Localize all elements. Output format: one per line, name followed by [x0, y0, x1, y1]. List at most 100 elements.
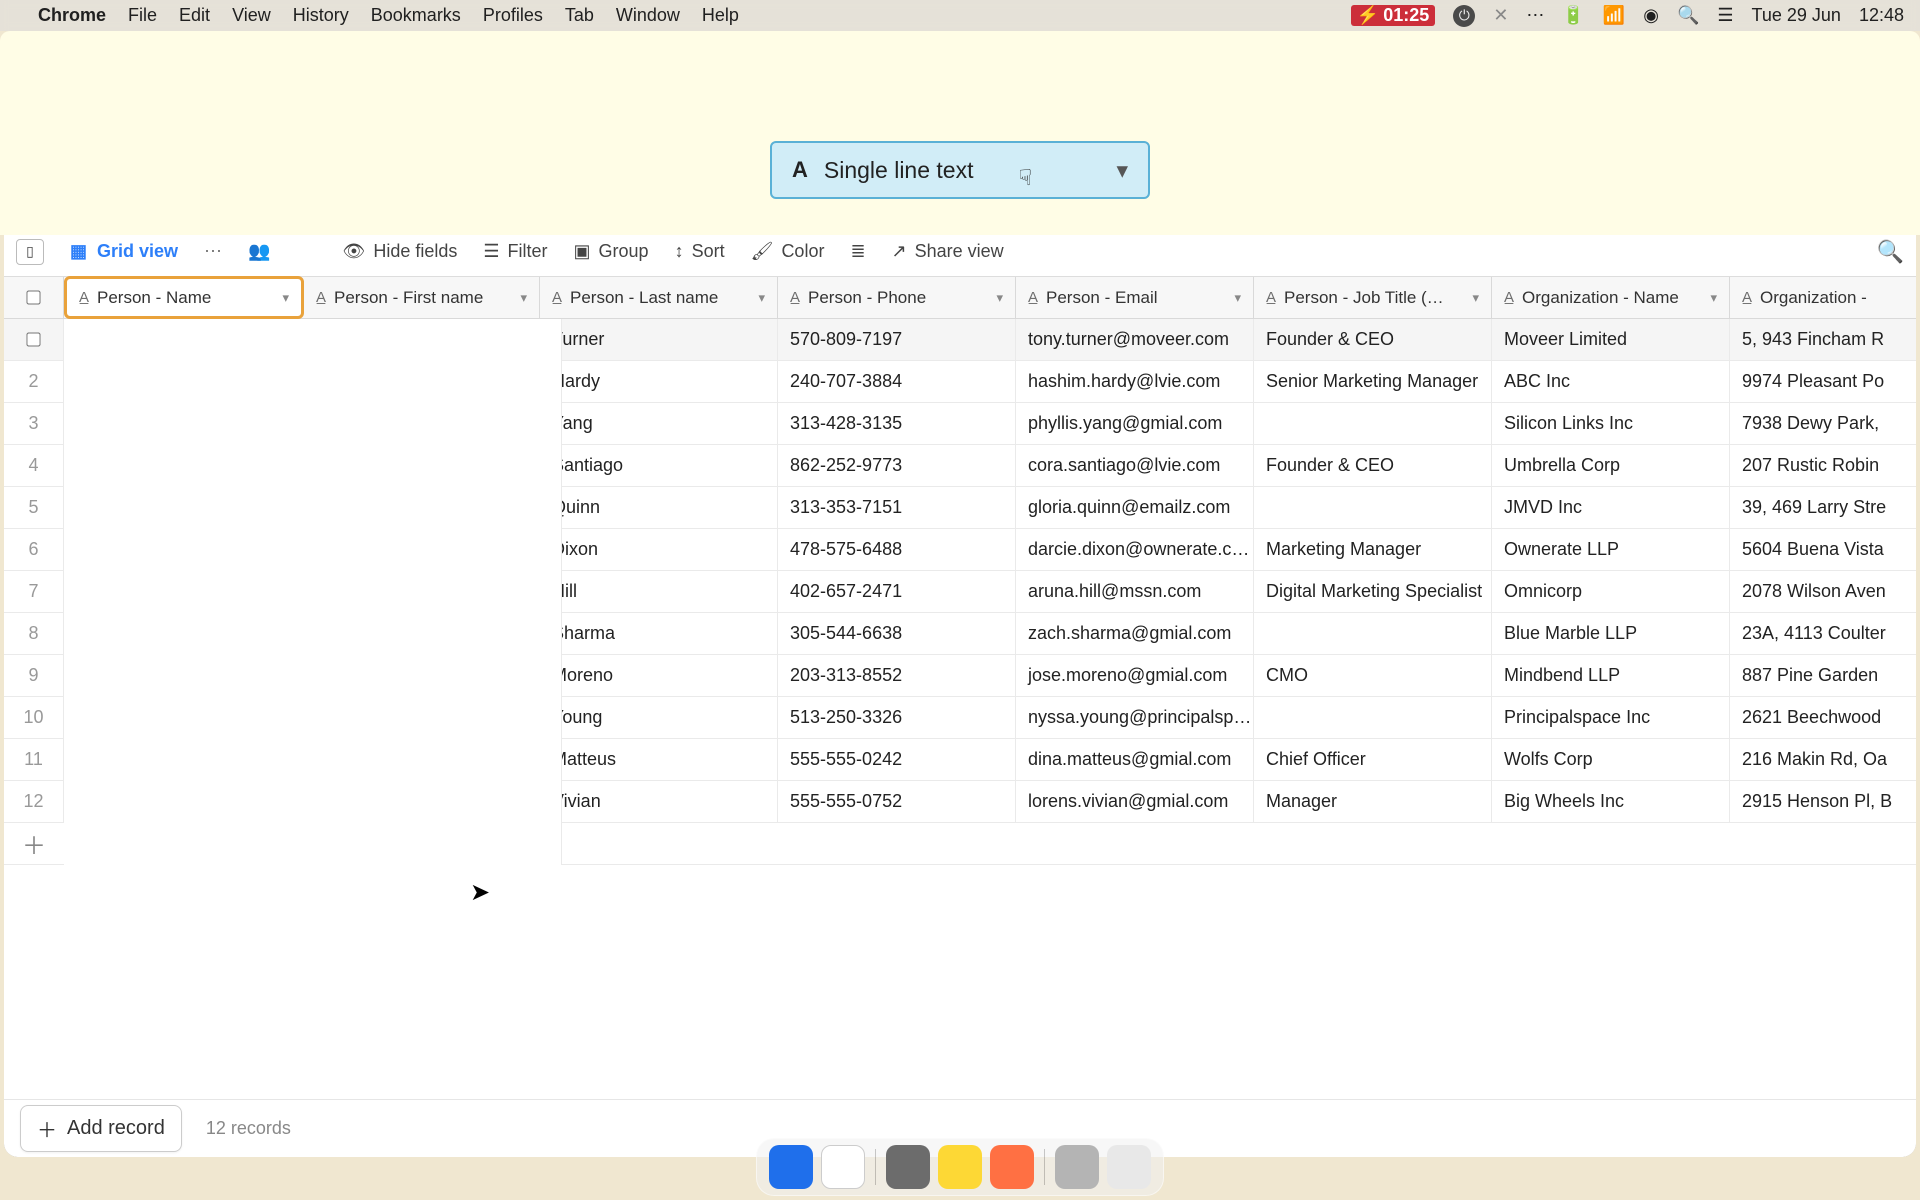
menu-file[interactable]: File [128, 5, 157, 26]
dock-slides-icon[interactable] [990, 1145, 1034, 1189]
battery-icon[interactable]: 🔋 [1562, 5, 1584, 26]
cell[interactable]: Yang [540, 403, 778, 444]
cell[interactable]: Young [540, 697, 778, 738]
cell[interactable]: Mindbend LLP [1492, 655, 1730, 696]
chevron-down-icon[interactable]: ▾ [282, 290, 289, 306]
cell[interactable]: 313-428-3135 [778, 403, 1016, 444]
cell[interactable]: 5604 Buena Vista [1730, 529, 1916, 570]
dock-trash-icon[interactable] [1107, 1145, 1151, 1189]
row-number[interactable]: 6 [4, 529, 64, 570]
cell[interactable]: JMVD Inc [1492, 487, 1730, 528]
column-header-last-name[interactable]: A̲Person - Last name▾ [540, 277, 778, 318]
row-number[interactable]: 11 [4, 739, 64, 780]
cell[interactable]: CMO [1254, 655, 1492, 696]
hide-fields-button[interactable]: 👁Hide fields [342, 241, 457, 262]
cell[interactable]: Founder & CEO [1254, 445, 1492, 486]
cell[interactable]: 5, 943 Fincham R [1730, 319, 1916, 360]
status-circle-icon[interactable]: ⏻ [1453, 5, 1475, 27]
cell[interactable]: 555-555-0242 [778, 739, 1016, 780]
chevron-down-icon[interactable]: ▾ [1472, 290, 1479, 306]
chevron-down-icon[interactable]: ▾ [1116, 157, 1128, 184]
menubar-date[interactable]: Tue 29 Jun [1752, 5, 1841, 26]
column-header-person-name[interactable]: A̲ Person - Name ▾ [64, 276, 304, 319]
chevron-down-icon[interactable]: ▾ [520, 290, 527, 306]
cell[interactable]: 2915 Henson Pl, B [1730, 781, 1916, 822]
chevron-down-icon[interactable]: ▾ [1710, 290, 1717, 306]
cell[interactable]: Blue Marble LLP [1492, 613, 1730, 654]
cell[interactable]: Principalspace Inc [1492, 697, 1730, 738]
cell[interactable]: 555-555-0752 [778, 781, 1016, 822]
cell[interactable]: 570-809-7197 [778, 319, 1016, 360]
cell[interactable]: 23A, 4113 Coulter [1730, 613, 1916, 654]
dock-notes-icon[interactable] [938, 1145, 982, 1189]
battery-indicator[interactable]: ⚡01:25 [1351, 5, 1435, 26]
row-number[interactable]: 3 [4, 403, 64, 444]
cell[interactable]: Santiago [540, 445, 778, 486]
wifi-icon[interactable]: 📶 [1603, 5, 1625, 26]
cell[interactable]: 305-544-6638 [778, 613, 1016, 654]
row-height-button[interactable]: ≣ [850, 241, 865, 262]
chevron-down-icon[interactable]: ▾ [758, 290, 765, 306]
cell[interactable]: Ownerate LLP [1492, 529, 1730, 570]
cell[interactable] [1254, 403, 1492, 444]
cell[interactable]: 402-657-2471 [778, 571, 1016, 612]
cell[interactable]: Senior Marketing Manager [1254, 361, 1492, 402]
cell[interactable]: Moveer Limited [1492, 319, 1730, 360]
menu-history[interactable]: History [293, 5, 349, 26]
menu-view[interactable]: View [232, 5, 271, 26]
cell[interactable]: cora.santiago@lvie.com [1016, 445, 1254, 486]
search-icon[interactable]: 🔍 [1877, 239, 1904, 265]
dock-folder-icon[interactable] [1055, 1145, 1099, 1189]
row-number[interactable] [4, 319, 64, 360]
select-all-checkbox[interactable] [4, 277, 64, 318]
chevron-down-icon[interactable]: ▾ [996, 290, 1003, 306]
row-number[interactable]: 5 [4, 487, 64, 528]
cell[interactable]: 887 Pine Garden [1730, 655, 1916, 696]
dock-preview-icon[interactable] [886, 1145, 930, 1189]
column-header-phone[interactable]: A̲Person - Phone▾ [778, 277, 1016, 318]
cell[interactable] [1254, 487, 1492, 528]
menu-tab[interactable]: Tab [565, 5, 594, 26]
menu-window[interactable]: Window [616, 5, 680, 26]
cell[interactable]: Vivian [540, 781, 778, 822]
menu-help[interactable]: Help [702, 5, 739, 26]
row-number[interactable]: 8 [4, 613, 64, 654]
cell[interactable]: ABC Inc [1492, 361, 1730, 402]
menu-profiles[interactable]: Profiles [483, 5, 543, 26]
cell[interactable]: Digital Marketing Specialist [1254, 571, 1492, 612]
cell[interactable]: darcie.dixon@ownerate.c… [1016, 529, 1254, 570]
menu-edit[interactable]: Edit [179, 5, 210, 26]
cell[interactable]: phyllis.yang@gmial.com [1016, 403, 1254, 444]
cell[interactable]: hashim.hardy@lvie.com [1016, 361, 1254, 402]
cell[interactable]: 478-575-6488 [778, 529, 1016, 570]
chevron-down-icon[interactable]: ▾ [1234, 290, 1241, 306]
cell[interactable]: 216 Makin Rd, Oa [1730, 739, 1916, 780]
collapse-sidebar-button[interactable]: ▯ [16, 239, 44, 265]
status-x-icon[interactable]: ✕ [1493, 5, 1508, 26]
add-record-button[interactable]: ＋ Add record [20, 1105, 182, 1152]
spotlight-icon[interactable]: 🔍 [1677, 5, 1699, 26]
cell[interactable]: 313-353-7151 [778, 487, 1016, 528]
column-header-org-address[interactable]: A̲Organization - [1730, 277, 1916, 318]
menubar-app-name[interactable]: Chrome [38, 5, 106, 26]
cell[interactable]: lorens.vivian@gmial.com [1016, 781, 1254, 822]
cell[interactable]: 39, 469 Larry Stre [1730, 487, 1916, 528]
cell[interactable]: Silicon Links Inc [1492, 403, 1730, 444]
cell[interactable]: 203-313-8552 [778, 655, 1016, 696]
row-number[interactable]: 4 [4, 445, 64, 486]
cell[interactable]: 240-707-3884 [778, 361, 1016, 402]
cell[interactable]: nyssa.young@principalsp… [1016, 697, 1254, 738]
cell[interactable]: 2078 Wilson Aven [1730, 571, 1916, 612]
view-more-icon[interactable]: ⋯ [204, 241, 222, 262]
cell[interactable]: Wolfs Corp [1492, 739, 1730, 780]
cell[interactable]: Quinn [540, 487, 778, 528]
dock-chrome-icon[interactable] [821, 1145, 865, 1189]
row-number[interactable]: 12 [4, 781, 64, 822]
column-header-org-name[interactable]: A̲Organization - Name▾ [1492, 277, 1730, 318]
menu-bookmarks[interactable]: Bookmarks [371, 5, 461, 26]
cell[interactable]: Big Wheels Inc [1492, 781, 1730, 822]
cell[interactable]: 7938 Dewy Park, [1730, 403, 1916, 444]
cell[interactable]: Hardy [540, 361, 778, 402]
cell[interactable]: 207 Rustic Robin [1730, 445, 1916, 486]
column-header-job-title[interactable]: A̲Person - Job Title (…▾ [1254, 277, 1492, 318]
